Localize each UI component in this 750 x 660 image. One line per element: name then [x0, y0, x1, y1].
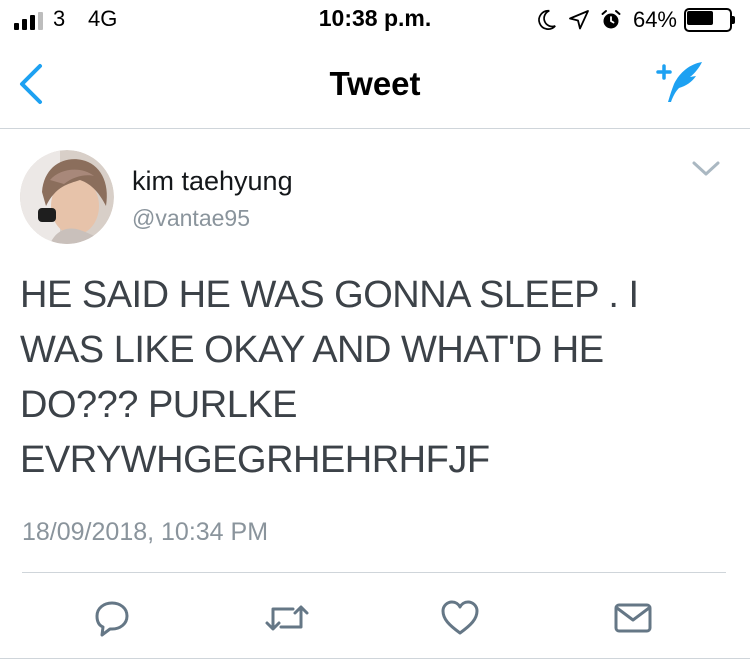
- chevron-down-icon: [692, 161, 720, 176]
- tweet-text: HE SAID HE WAS GONNA SLEEP . I WAS LIKE …: [20, 274, 639, 481]
- tweet-timestamp: 18/09/2018, 10:34 PM: [22, 518, 269, 546]
- like-button[interactable]: [432, 590, 488, 646]
- battery-icon: [684, 8, 736, 32]
- retweet-icon: [265, 605, 309, 631]
- author-name[interactable]: kim taehyung: [132, 166, 293, 197]
- reply-icon: [95, 601, 129, 637]
- compose-tweet-button[interactable]: [652, 58, 706, 110]
- divider-bottom: [0, 658, 750, 659]
- battery-percent: 64%: [632, 7, 677, 32]
- reply-button[interactable]: [84, 590, 140, 646]
- avatar[interactable]: [20, 150, 114, 244]
- alarm-clock-icon: [601, 10, 621, 29]
- tweet-action-bar: [0, 590, 750, 646]
- envelope-icon: [614, 603, 652, 633]
- location-arrow-icon: [569, 10, 589, 30]
- page-title: Tweet: [329, 65, 421, 102]
- direct-message-button[interactable]: [605, 590, 661, 646]
- more-options-button[interactable]: [691, 159, 721, 179]
- profile-photo: [20, 150, 114, 244]
- moon-icon: [538, 9, 556, 31]
- heart-icon: [441, 600, 479, 635]
- status-bar: 3 4G 10:38 p.m. 64%: [0, 0, 750, 44]
- divider: [22, 572, 726, 573]
- retweet-button[interactable]: [259, 590, 315, 646]
- compose-feather-icon: [656, 62, 702, 102]
- nav-bar: Tweet: [0, 44, 750, 129]
- author-handle[interactable]: @vantae95: [132, 205, 250, 232]
